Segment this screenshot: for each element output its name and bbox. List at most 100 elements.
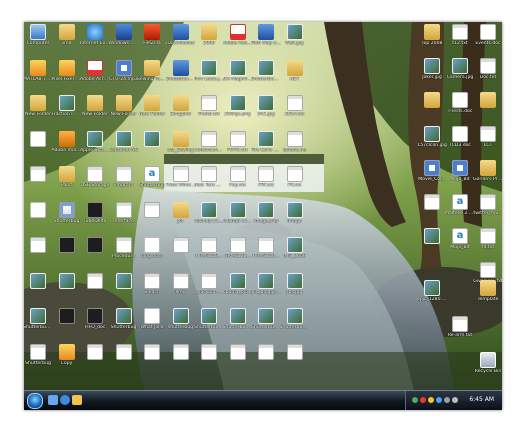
desktop-icon[interactable]: FIFO_doc [80,308,110,330]
desktop-icon[interactable]: image.php [251,201,281,224]
desktop-icon[interactable]: Shutterbug - H3.jpg [280,308,310,330]
desktop-icon[interactable]: fd.txt [473,228,502,250]
desktop-icon[interactable]: a Shutterbug [137,166,167,188]
desktop-icon[interactable] [52,272,82,290]
desktop-icon[interactable]: Windows Media Player [109,24,139,46]
desktop-icon[interactable]: blackout-... [194,272,224,295]
desktop-icon[interactable]: HRMS128... [194,237,224,259]
desktop-icon[interactable]: Program [109,166,139,188]
desktop-icon[interactable]: Copy [52,343,82,366]
desktop-icon[interactable]: USB Storage [80,166,110,188]
desktop-icon[interactable] [24,166,53,183]
desktop-icon[interactable]: Shutterbug - Twitter.jpg [251,59,281,82]
desktop-icon[interactable]: FOTO.txt [223,130,253,153]
desktop-icon[interactable]: 2009 [194,24,224,46]
desktop-icon[interactable]: IMG_3659 [280,237,310,259]
desktop-icon[interactable] [109,272,139,290]
desktop-icon[interactable]: 2014.txt [280,95,310,117]
desktop-icon[interactable]: Joker.jpg [417,58,447,80]
desktop-icon[interactable]: New Folder [80,95,110,117]
desktop-icon[interactable]: Shutterbug - Twitter [166,59,196,82]
desktop-icon[interactable] [52,237,82,254]
desktop-icon[interactable]: Events.doc [473,24,502,46]
desktop-icon[interactable]: CTU-24.mp3 [109,59,139,82]
desktop-icon[interactable]: Doc.txt [473,58,502,80]
shield-icon[interactable] [436,397,442,403]
desktop-icon[interactable]: Gorilla's Prometheus [473,160,502,182]
volume-icon[interactable] [452,397,458,403]
desktop-icon[interactable] [251,343,281,361]
desktop-icon[interactable]: Fire Cove on Tosh... [251,130,281,153]
desktop-icon[interactable]: Shutterbug [109,308,139,330]
desktop-icon[interactable]: Top 2008 [417,24,447,46]
desktop-icon[interactable]: Shutterbug - Facebook [24,308,53,330]
desktop-icon[interactable]: MATLAB 7.6 (R2008a) [24,59,53,82]
desktop-icon[interactable]: t12.txt [445,24,475,46]
desktop-icon[interactable]: Interface [109,201,139,224]
desktop-icon[interactable]: New Folder [109,95,139,117]
desktop-icon[interactable]: vmd [52,24,82,46]
security-icon[interactable] [420,397,426,403]
desktop-icon[interactable] [417,92,447,109]
desktop-icon[interactable]: FRT.txt [251,166,281,188]
desktop-icon[interactable]: FR.txt [280,166,310,188]
desktop-icon[interactable]: Songbird [166,95,196,117]
desktop-icon[interactable]: twitter_mu... [473,194,502,216]
desktop-icon[interactable]: Adobe Acrobat 9 [80,59,110,82]
desktop-icon[interactable]: New Folder [137,95,167,117]
desktop-icon[interactable]: What Jolla [137,308,167,330]
desktop-icon[interactable] [80,237,110,254]
desktop-icon[interactable]: Adobe Image Ready [52,130,82,153]
desktop-icon[interactable]: New Folder [24,95,53,117]
desktop-icon[interactable]: Paint [52,166,82,188]
desktop-icon[interactable]: Mojo_Bit [445,160,475,182]
update-icon[interactable] [428,397,434,403]
clock[interactable]: 6:45 AM [469,396,494,403]
explorer-icon[interactable] [72,395,82,405]
desktop-icon[interactable]: Fraction Image [52,95,82,117]
desktop-icon[interactable] [80,272,110,290]
desktop-icon[interactable]: Apple Software Update [80,130,110,153]
desktop-icon[interactable]: Computer [24,24,53,46]
desktop-icon[interactable]: Fifth Map of Mauritius... [251,24,281,46]
desktop-icon[interactable]: Frenzi.txt [194,95,224,117]
desktop-icon[interactable]: pic_blog.jp... [251,272,281,295]
desktop-icon[interactable]: 157cIcon.jpg [417,126,447,148]
desktop-icon[interactable]: 20Gigs.png [223,95,253,117]
desktop-icon[interactable] [24,130,53,148]
desktop-icon[interactable]: HRMS128... [223,237,253,259]
desktop-icon[interactable]: Port Louis.jpg [194,59,224,82]
desktop-icon[interactable]: Camera.jpg [445,58,475,80]
ie-icon[interactable] [60,395,70,405]
desktop-icon[interactable] [473,92,502,109]
desktop-icon[interactable]: Procedure [109,237,139,259]
desktop-icon[interactable]: Sewing Fabric Icon [137,59,167,82]
desktop-icon[interactable]: FileZilla [137,24,167,46]
desktop-icon[interactable]: Pixel Fixer Plus vv 1.2 [52,59,82,82]
desktop-icon[interactable]: cat_Sewing [166,130,196,153]
desktop-icon[interactable]: NET [280,59,310,82]
desktop-icon[interactable]: a Mojo_Bit [445,228,475,250]
desktop-icon[interactable]: Capture.PNG [109,130,139,153]
network-icon[interactable] [412,397,418,403]
desktop-icon[interactable]: a Maltese 2.doc [445,194,475,216]
desktop-icon[interactable]: Template [473,280,502,302]
desktop-icon[interactable]: obama_blo... [223,272,253,295]
desktop-icon[interactable]: Pup.txt [223,166,253,188]
desktop-icon[interactable] [24,237,53,254]
desktop-icon[interactable]: iclonap-11... [223,201,253,224]
desktop-icon[interactable]: rbs.jpg [280,272,310,295]
desktop-icon[interactable]: Movie_Col... [417,160,447,182]
desktop-icon[interactable] [24,272,53,290]
desktop-icon[interactable]: 542.jpg [251,95,281,117]
show-desktop-icon[interactable] [48,395,58,405]
chat-icon[interactable] [444,397,450,403]
desktop-icon[interactable]: Shutterbug - Facebook.jpg [251,308,281,330]
desktop-icon[interactable]: Jot [166,201,196,224]
desktop-icon[interactable] [52,308,82,325]
desktop-icon[interactable]: New Text Document [194,166,224,188]
desktop-icon[interactable]: blog.docx [137,237,167,259]
desktop-icon[interactable]: TCD3.doc [445,126,475,148]
desktop-icon[interactable]: Prey [166,272,196,295]
desktop-icon[interactable] [24,201,53,219]
